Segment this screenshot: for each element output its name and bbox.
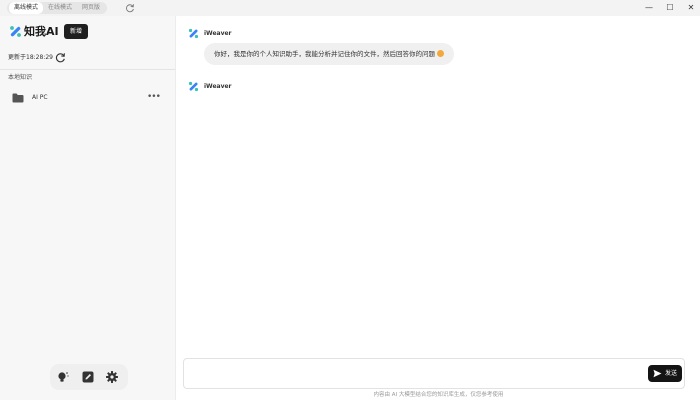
logo-icon xyxy=(10,26,21,37)
last-updated-text: 更新于18:28:29 xyxy=(8,54,53,61)
message-text: 你好，我是你的个人知识助手，我能分析并记住你的文件，然后回答你的问题 xyxy=(214,50,435,58)
tab-offline-mode[interactable]: 离线模式 xyxy=(9,2,44,14)
mode-switcher: 离线模式 在线模式 网页版 xyxy=(7,2,108,14)
new-button[interactable]: 新增 xyxy=(64,24,88,39)
send-button[interactable]: 发送 xyxy=(648,365,682,382)
assistant-avatar-icon xyxy=(188,81,199,92)
tab-online-mode[interactable]: 在线模式 xyxy=(43,2,77,14)
folder-icon xyxy=(12,93,24,103)
sender-name: iWeaver xyxy=(204,30,232,37)
sidebar-toolbar xyxy=(50,364,128,390)
ai-disclaimer: 内容由 AI 大模型结合您的知识库生成，仅您参考使用 xyxy=(373,392,504,398)
refresh-icon[interactable] xyxy=(125,3,135,13)
chat-panel: iWeaver 你好，我是你的个人知识助手，我能分析并记住你的文件，然后回答你的… xyxy=(177,16,700,400)
message-input[interactable]: 发送 xyxy=(183,358,685,389)
lightbulb-icon[interactable] xyxy=(56,370,70,384)
folder-item[interactable]: AI PC ••• xyxy=(6,90,168,106)
more-icon[interactable]: ••• xyxy=(147,92,161,104)
assistant-avatar-icon xyxy=(188,28,199,39)
message-bubble: 你好，我是你的个人知识助手，我能分析并记住你的文件，然后回答你的问题 xyxy=(204,43,454,65)
gear-icon[interactable] xyxy=(105,370,119,384)
sidebar-divider xyxy=(0,69,175,70)
sender-name: iWeaver xyxy=(204,83,232,90)
brand-name: 知我AI xyxy=(24,25,59,38)
maximize-button[interactable]: ☐ xyxy=(663,1,677,15)
folder-label: AI PC xyxy=(32,94,48,101)
section-title-local-knowledge: 本地知识 xyxy=(8,74,33,81)
close-button[interactable]: ✕ xyxy=(684,1,698,15)
minimize-button[interactable]: — xyxy=(642,1,656,15)
smile-emoji-icon xyxy=(437,50,444,57)
tab-web-version[interactable]: 网页版 xyxy=(77,2,105,14)
title-bar: 离线模式 在线模式 网页版 — ☐ ✕ xyxy=(0,0,700,16)
send-label: 发送 xyxy=(665,370,678,377)
sidebar: 知我AI 新增 更新于18:28:29 本地知识 AI PC ••• xyxy=(0,16,176,400)
send-icon xyxy=(653,369,662,378)
edit-icon[interactable] xyxy=(81,370,95,384)
sync-icon[interactable] xyxy=(55,52,66,63)
